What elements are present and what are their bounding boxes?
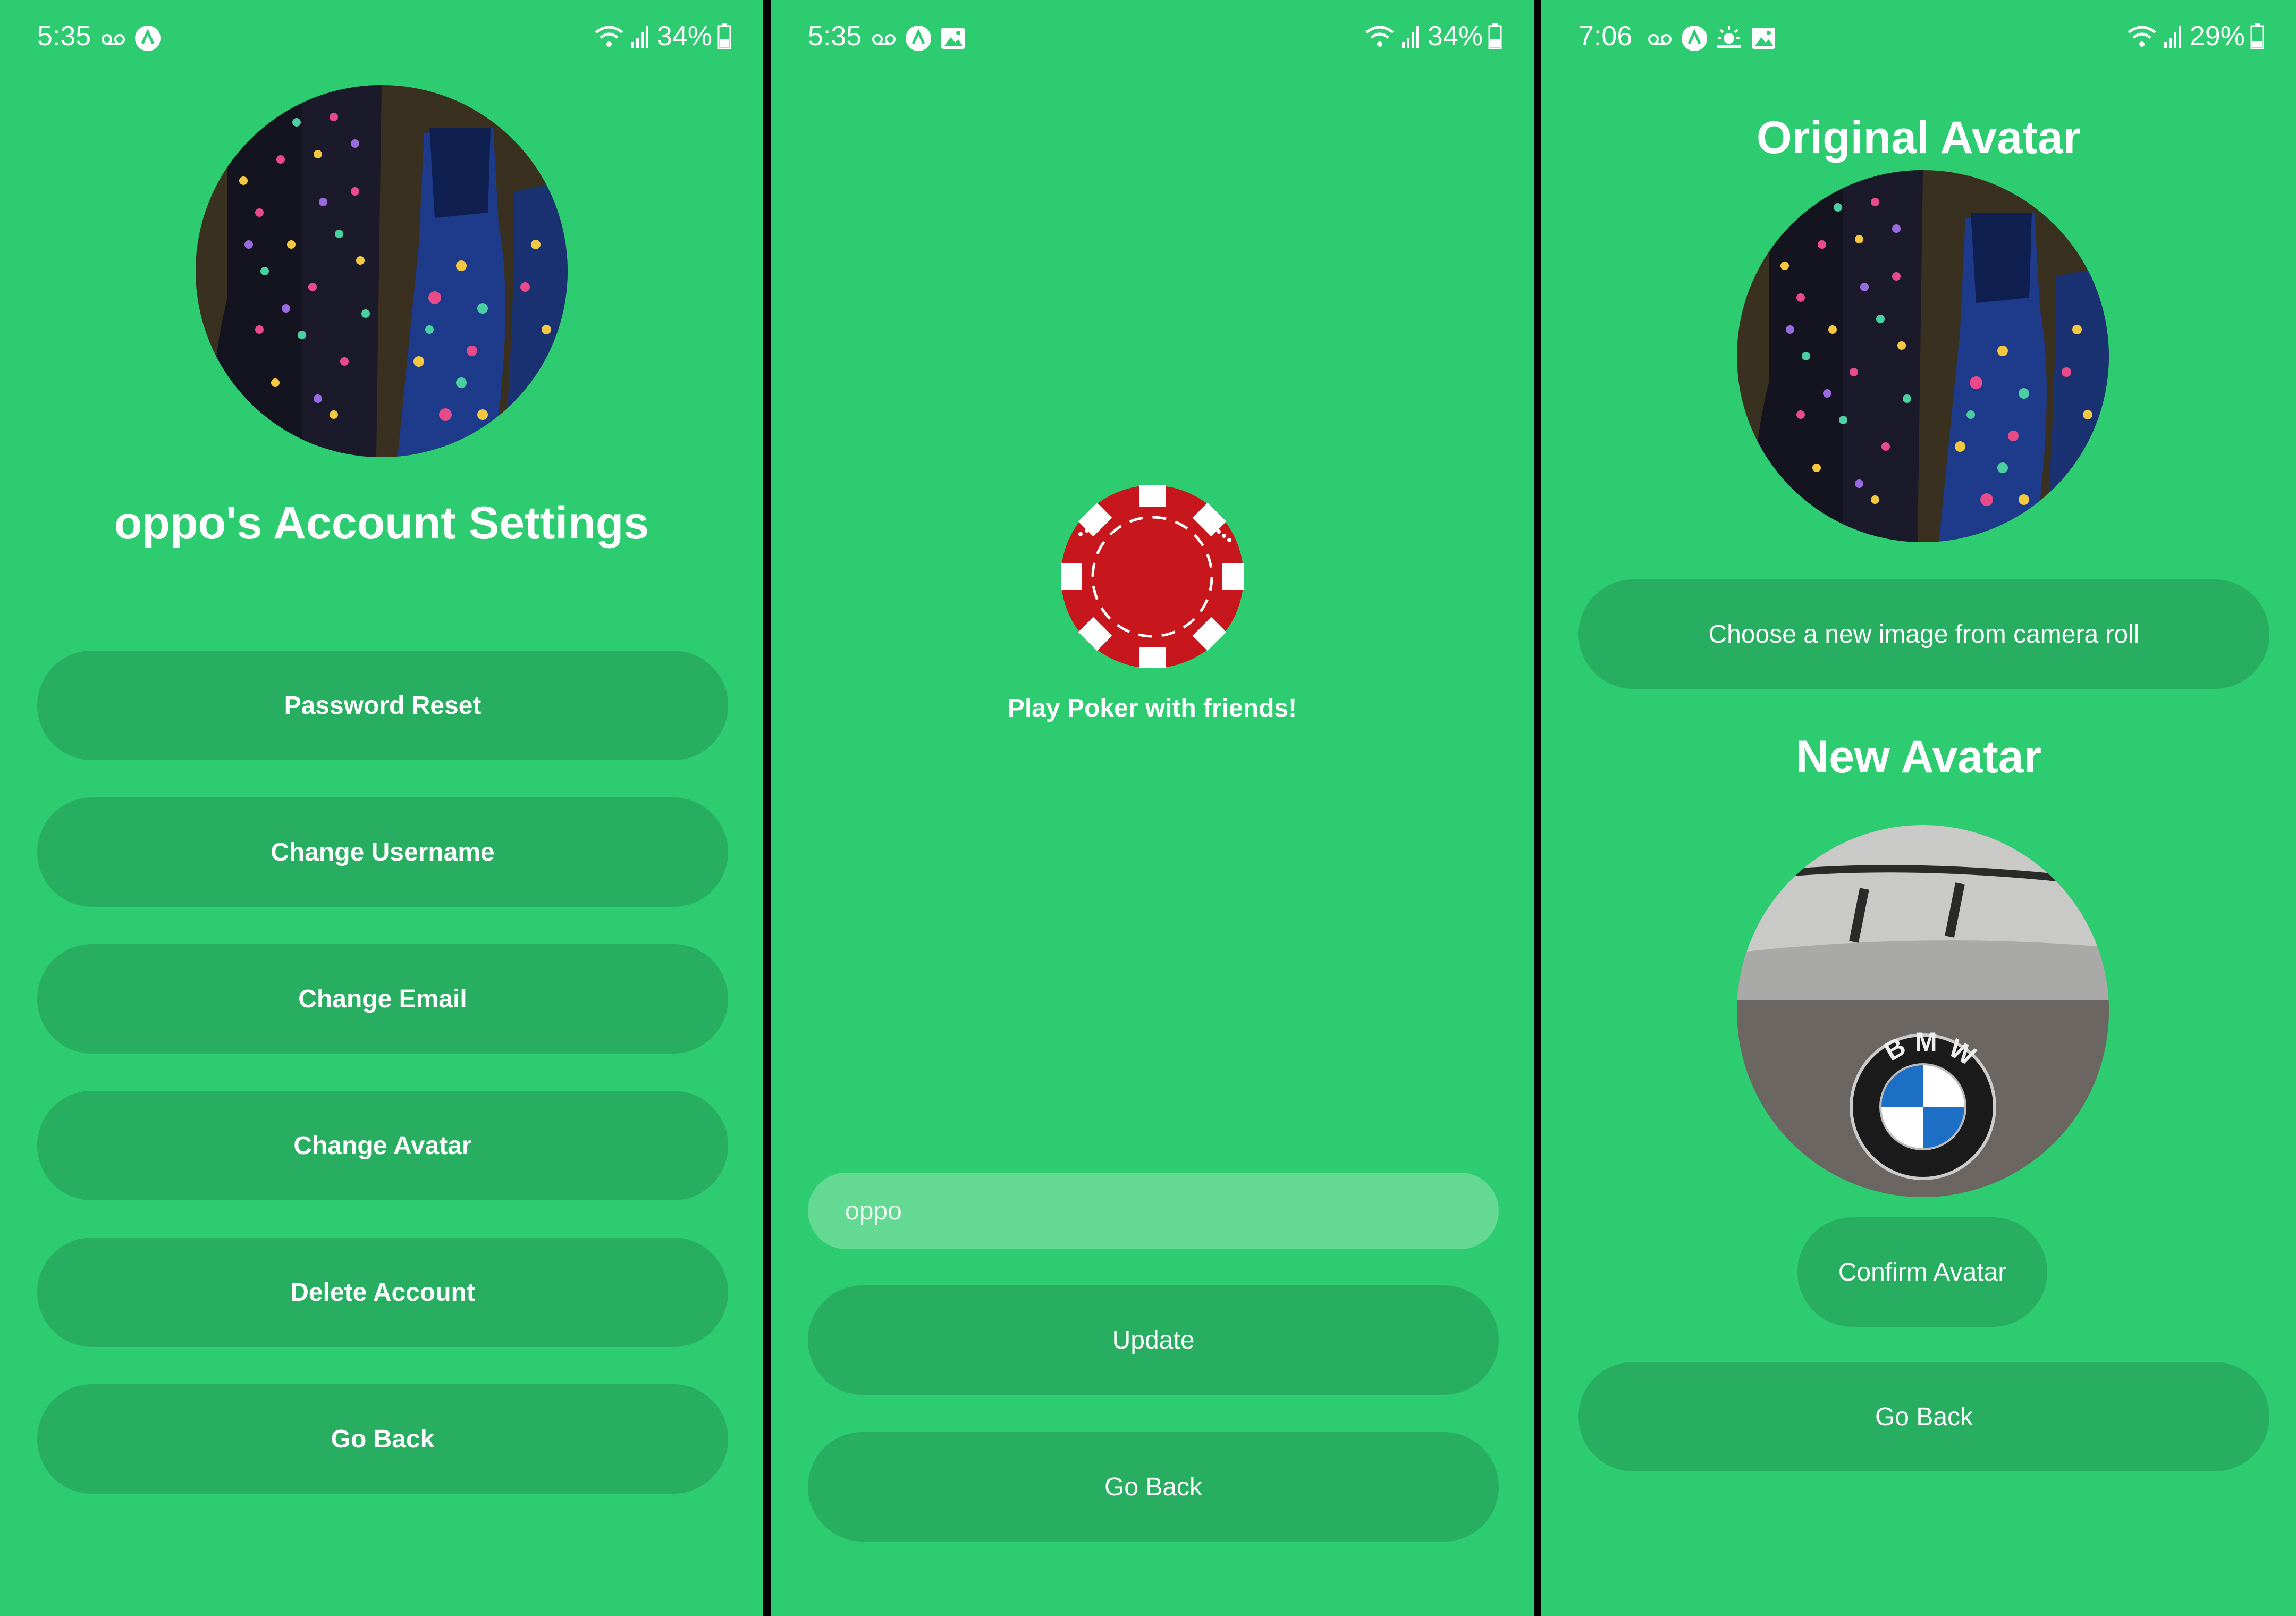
choose-image-button[interactable]: Choose a new image from camera roll	[1578, 579, 2269, 689]
wifi-icon	[595, 26, 623, 47]
go-back-button[interactable]: Go Back	[1578, 1362, 2269, 1471]
battery-icon	[2250, 23, 2264, 49]
voicemail-icon	[872, 34, 896, 45]
update-button[interactable]: Update	[808, 1285, 1499, 1395]
change-username-screen: 5:35 34% Play Poker with friends! oppo U…	[771, 0, 1534, 1616]
voicemail-icon	[102, 34, 125, 45]
status-bar: 7:06 29%	[1541, 16, 2296, 58]
voicemail-icon	[1648, 34, 1672, 45]
weather-icon	[1717, 26, 1741, 48]
battery-percent: 29%	[2189, 21, 2245, 52]
status-time: 5:35	[37, 21, 91, 52]
current-avatar-image	[196, 85, 568, 457]
new-avatar-title: New Avatar	[1795, 731, 2042, 782]
original-avatar-image	[1737, 170, 2109, 542]
go-back-button[interactable]: Go Back	[37, 1384, 728, 1494]
delete-account-button[interactable]: Delete Account	[37, 1238, 728, 1347]
confirm-avatar-button[interactable]: Confirm Avatar	[1797, 1217, 2047, 1327]
change-avatar-screen: 7:06 29% Original Avatar Choose a new im…	[1541, 0, 2296, 1616]
page-title: oppo's Account Settings	[114, 498, 649, 549]
app-a-icon	[906, 26, 931, 51]
new-avatar-image: B M W	[1737, 825, 2109, 1197]
poker-chip-icon	[1061, 485, 1244, 668]
wifi-icon	[2128, 26, 2156, 47]
username-input[interactable]	[808, 1173, 1499, 1249]
app-a-icon	[1682, 26, 1707, 51]
signal-icon	[1402, 26, 1419, 48]
go-back-button[interactable]: Go Back	[808, 1432, 1499, 1542]
app-a-icon	[135, 26, 161, 51]
tagline: Play Poker with friends!	[1007, 694, 1297, 722]
original-avatar-title: Original Avatar	[1756, 112, 2081, 163]
change-avatar-button[interactable]: Change Avatar	[37, 1091, 728, 1200]
gallery-icon	[941, 28, 965, 49]
wifi-icon	[1365, 26, 1394, 47]
signal-icon	[631, 26, 648, 48]
battery-icon	[1488, 23, 1502, 49]
status-time: 5:35	[808, 21, 862, 52]
battery-percent: 34%	[1427, 21, 1483, 52]
gallery-icon	[1752, 28, 1775, 49]
change-email-button[interactable]: Change Email	[37, 944, 728, 1054]
password-reset-button[interactable]: Password Reset	[37, 651, 728, 760]
signal-icon	[2164, 26, 2181, 48]
battery-icon	[718, 23, 731, 49]
status-time: 7:06	[1578, 21, 1633, 52]
svg-text:M: M	[1915, 1027, 1937, 1057]
status-bar: 5:35 34%	[771, 16, 1534, 58]
change-username-button[interactable]: Change Username	[37, 797, 728, 907]
account-settings-screen: 5:35 34% oppo's Account Settings Passwor…	[0, 0, 763, 1616]
battery-percent: 34%	[656, 21, 712, 52]
status-bar: 5:35 34%	[0, 16, 763, 58]
